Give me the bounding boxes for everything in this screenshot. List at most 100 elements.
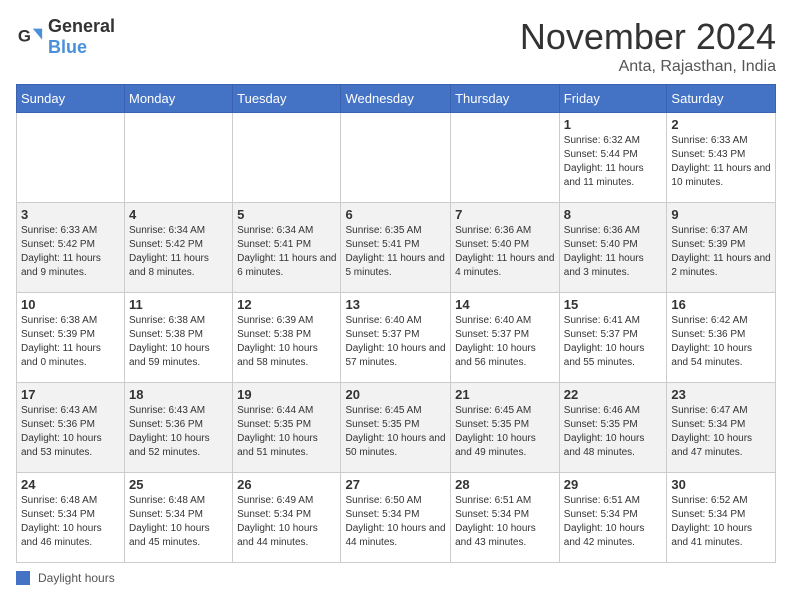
day-number: 1 [564,117,663,132]
calendar-cell: 29 Sunrise: 6:51 AM Sunset: 5:34 PM Dayli… [559,473,667,563]
page-header: G General Blue November 2024 Anta, Rajas… [16,16,776,76]
calendar-cell: 6 Sunrise: 6:35 AM Sunset: 5:41 PM Daylig… [341,203,451,293]
calendar-cell: 27Sunrise: 6:50 AM Sunset: 5:34 PM Dayli… [341,473,451,563]
calendar-cell [451,113,560,203]
day-info: Sunrise: 6:36 AM Sunset: 5:40 PM Dayligh… [455,224,555,280]
logo-blue: Blue [48,37,87,57]
day-info: Sunrise: 6:46 AM Sunset: 5:35 PM Dayligh… [564,404,663,460]
calendar-cell: 25 Sunrise: 6:48 AM Sunset: 5:34 PM Dayli… [124,473,232,563]
calendar-cell: 1 Sunrise: 6:32 AM Sunset: 5:44 PM Daylig… [559,113,667,203]
calendar-cell: 26 Sunrise: 6:49 AM Sunset: 5:34 PM Dayli… [233,473,341,563]
calendar-cell: 5 Sunrise: 6:34 AM Sunset: 5:41 PM Daylig… [233,203,341,293]
calendar-cell: 18 Sunrise: 6:43 AM Sunset: 5:36 PM Dayli… [124,383,232,473]
day-number: 3 [21,207,120,222]
day-info: Sunrise: 6:37 AM Sunset: 5:39 PM Dayligh… [671,224,771,280]
location-subtitle: Anta, Rajasthan, India [520,58,776,76]
day-info: Sunrise: 6:34 AM Sunset: 5:41 PM Dayligh… [237,224,336,280]
calendar-cell: 7 Sunrise: 6:36 AM Sunset: 5:40 PM Daylig… [451,203,560,293]
day-info: Sunrise: 6:49 AM Sunset: 5:34 PM Dayligh… [237,494,336,550]
day-info: Sunrise: 6:33 AM Sunset: 5:43 PM Dayligh… [671,134,771,190]
calendar-cell: 12Sunrise: 6:39 AM Sunset: 5:38 PM Dayli… [233,293,341,383]
day-number: 18 [129,387,228,402]
day-info: Sunrise: 6:51 AM Sunset: 5:34 PM Dayligh… [455,494,555,550]
calendar-day-header: Wednesday [341,85,451,113]
calendar-cell: 13 Sunrise: 6:40 AM Sunset: 5:37 PM Dayli… [341,293,451,383]
day-number: 14 [455,297,555,312]
day-info: Sunrise: 6:50 AM Sunset: 5:34 PM Dayligh… [345,494,446,550]
logo: G General Blue [16,16,115,58]
legend-label: Daylight hours [38,571,115,585]
calendar-week-row: 10 Sunrise: 6:38 AM Sunset: 5:39 PM Dayli… [17,293,776,383]
calendar-cell: 11Sunrise: 6:38 AM Sunset: 5:38 PM Dayli… [124,293,232,383]
calendar-week-row: 24 Sunrise: 6:48 AM Sunset: 5:34 PM Dayli… [17,473,776,563]
day-number: 30 [671,477,771,492]
day-number: 8 [564,207,663,222]
day-info: Sunrise: 6:51 AM Sunset: 5:34 PM Dayligh… [564,494,663,550]
day-info: Sunrise: 6:33 AM Sunset: 5:42 PM Dayligh… [21,224,120,280]
day-number: 17 [21,387,120,402]
calendar-cell: 30 Sunrise: 6:52 AM Sunset: 5:34 PM Dayli… [667,473,776,563]
logo-general: General [48,16,115,36]
day-info: Sunrise: 6:40 AM Sunset: 5:37 PM Dayligh… [455,314,555,370]
day-info: Sunrise: 6:32 AM Sunset: 5:44 PM Dayligh… [564,134,663,190]
calendar-day-header: Friday [559,85,667,113]
calendar-cell: 24 Sunrise: 6:48 AM Sunset: 5:34 PM Dayli… [17,473,125,563]
calendar-cell: 21Sunrise: 6:45 AM Sunset: 5:35 PM Dayli… [451,383,560,473]
calendar-cell: 14 Sunrise: 6:40 AM Sunset: 5:37 PM Dayli… [451,293,560,383]
calendar-cell: 15 Sunrise: 6:41 AM Sunset: 5:37 PM Dayli… [559,293,667,383]
day-number: 25 [129,477,228,492]
day-number: 20 [345,387,446,402]
day-number: 4 [129,207,228,222]
calendar-cell [124,113,232,203]
calendar-cell: 22Sunrise: 6:46 AM Sunset: 5:35 PM Dayli… [559,383,667,473]
calendar-day-header: Tuesday [233,85,341,113]
calendar-cell: 10 Sunrise: 6:38 AM Sunset: 5:39 PM Dayli… [17,293,125,383]
calendar-cell: 16Sunrise: 6:42 AM Sunset: 5:36 PM Dayli… [667,293,776,383]
calendar-header-row: SundayMondayTuesdayWednesdayThursdayFrid… [17,85,776,113]
day-info: Sunrise: 6:52 AM Sunset: 5:34 PM Dayligh… [671,494,771,550]
day-info: Sunrise: 6:38 AM Sunset: 5:39 PM Dayligh… [21,314,120,370]
calendar-week-row: 17 Sunrise: 6:43 AM Sunset: 5:36 PM Dayli… [17,383,776,473]
day-number: 15 [564,297,663,312]
day-number: 26 [237,477,336,492]
day-number: 29 [564,477,663,492]
day-number: 12 [237,297,336,312]
day-info: Sunrise: 6:43 AM Sunset: 5:36 PM Dayligh… [21,404,120,460]
calendar-cell: 19Sunrise: 6:44 AM Sunset: 5:35 PM Dayli… [233,383,341,473]
day-number: 23 [671,387,771,402]
day-info: Sunrise: 6:34 AM Sunset: 5:42 PM Dayligh… [129,224,228,280]
day-info: Sunrise: 6:43 AM Sunset: 5:36 PM Dayligh… [129,404,228,460]
day-number: 28 [455,477,555,492]
calendar-cell: 23 Sunrise: 6:47 AM Sunset: 5:34 PM Dayli… [667,383,776,473]
day-number: 11 [129,297,228,312]
calendar-day-header: Monday [124,85,232,113]
legend-color-box [16,571,30,585]
calendar-day-header: Sunday [17,85,125,113]
day-info: Sunrise: 6:48 AM Sunset: 5:34 PM Dayligh… [21,494,120,550]
day-info: Sunrise: 6:47 AM Sunset: 5:34 PM Dayligh… [671,404,771,460]
day-number: 13 [345,297,446,312]
calendar-week-row: 1 Sunrise: 6:32 AM Sunset: 5:44 PM Daylig… [17,113,776,203]
day-number: 6 [345,207,446,222]
calendar-cell: 2 Sunrise: 6:33 AM Sunset: 5:43 PM Daylig… [667,113,776,203]
day-number: 19 [237,387,336,402]
day-info: Sunrise: 6:41 AM Sunset: 5:37 PM Dayligh… [564,314,663,370]
logo-icon: G [16,23,44,51]
day-number: 24 [21,477,120,492]
day-number: 5 [237,207,336,222]
calendar-cell: 8Sunrise: 6:36 AM Sunset: 5:40 PM Daylig… [559,203,667,293]
calendar-day-header: Thursday [451,85,560,113]
day-info: Sunrise: 6:48 AM Sunset: 5:34 PM Dayligh… [129,494,228,550]
title-block: November 2024 Anta, Rajasthan, India [520,16,776,76]
day-number: 2 [671,117,771,132]
day-number: 10 [21,297,120,312]
day-info: Sunrise: 6:40 AM Sunset: 5:37 PM Dayligh… [345,314,446,370]
day-info: Sunrise: 6:45 AM Sunset: 5:35 PM Dayligh… [345,404,446,460]
day-number: 16 [671,297,771,312]
day-info: Sunrise: 6:35 AM Sunset: 5:41 PM Dayligh… [345,224,446,280]
day-number: 7 [455,207,555,222]
calendar-cell: 4 Sunrise: 6:34 AM Sunset: 5:42 PM Daylig… [124,203,232,293]
calendar-cell: 20 Sunrise: 6:45 AM Sunset: 5:35 PM Dayli… [341,383,451,473]
calendar-cell: 9Sunrise: 6:37 AM Sunset: 5:39 PM Daylig… [667,203,776,293]
calendar-day-header: Saturday [667,85,776,113]
